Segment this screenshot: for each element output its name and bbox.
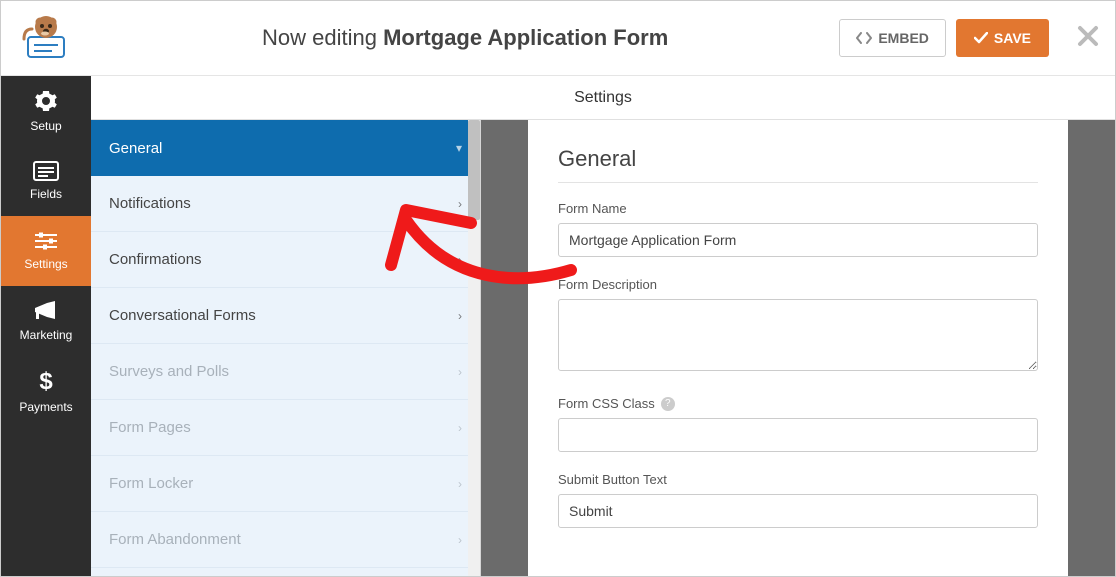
embed-icon — [856, 32, 872, 44]
panel-label: Surveys and Polls — [109, 363, 229, 380]
sidebar-item-settings[interactable]: Settings — [1, 216, 91, 286]
field-form-description: Form Description — [558, 277, 1038, 376]
settings-panel: General ▾ Notifications › Confirmations … — [91, 120, 481, 576]
sidebar-item-marketing[interactable]: Marketing — [1, 286, 91, 356]
close-icon — [1077, 25, 1099, 47]
form-canvas: General Form Name Form Description Form … — [481, 120, 1115, 576]
css-class-input[interactable] — [558, 418, 1038, 452]
sidebar-label-fields: Fields — [30, 187, 62, 201]
section-title: General — [558, 146, 1038, 183]
sidebar-label-marketing: Marketing — [20, 328, 73, 342]
form-name-label: Form Name — [558, 201, 1038, 216]
panel-label: General — [109, 140, 162, 157]
fields-icon — [33, 161, 59, 181]
panel-item-conversational-forms[interactable]: Conversational Forms › — [91, 288, 480, 344]
panel-item-surveys[interactable]: Surveys and Polls › — [91, 344, 480, 400]
content-body: General ▾ Notifications › Confirmations … — [91, 120, 1115, 576]
chevron-right-icon: › — [458, 309, 462, 323]
chevron-right-icon: › — [458, 197, 462, 211]
chevron-right-icon: › — [458, 477, 462, 491]
form-description-input[interactable] — [558, 299, 1038, 371]
title-prefix: Now editing — [262, 25, 377, 50]
page-title: Now editing Mortgage Application Form — [91, 25, 839, 51]
sidebar-item-fields[interactable]: Fields — [1, 146, 91, 216]
panel-item-notifications[interactable]: Notifications › — [91, 176, 480, 232]
form-paper: General Form Name Form Description Form … — [528, 120, 1068, 576]
panel-item-form-locker[interactable]: Form Locker › — [91, 456, 480, 512]
save-button[interactable]: SAVE — [956, 19, 1049, 57]
field-submit-text: Submit Button Text — [558, 472, 1038, 528]
panel-label: Form Locker — [109, 475, 193, 492]
field-css-class: Form CSS Class ? — [558, 396, 1038, 452]
panel-item-general[interactable]: General ▾ — [91, 120, 480, 176]
help-icon[interactable]: ? — [661, 397, 675, 411]
scrollbar-thumb[interactable] — [468, 120, 480, 220]
css-class-label: Form CSS Class ? — [558, 396, 1038, 411]
check-icon — [974, 32, 988, 44]
title-name: Mortgage Application Form — [383, 25, 668, 50]
sidebar-label-settings: Settings — [24, 257, 67, 271]
field-form-name: Form Name — [558, 201, 1038, 257]
chevron-right-icon: › — [458, 421, 462, 435]
panel-item-form-abandonment[interactable]: Form Abandonment › — [91, 512, 480, 568]
wpforms-logo-icon — [18, 13, 74, 63]
sliders-icon — [33, 231, 59, 251]
logo — [1, 13, 91, 63]
sidebar-item-setup[interactable]: Setup — [1, 76, 91, 146]
css-class-label-text: Form CSS Class — [558, 396, 655, 411]
bullhorn-icon — [33, 300, 59, 322]
subheader-title: Settings — [574, 89, 632, 107]
submit-text-input[interactable] — [558, 494, 1038, 528]
panel-label: Form Pages — [109, 419, 191, 436]
dollar-icon: $ — [37, 368, 55, 394]
gear-icon — [34, 89, 58, 113]
content: Settings General ▾ Notifications › Confi… — [91, 76, 1115, 576]
close-button[interactable] — [1077, 25, 1099, 52]
sidebar-label-payments: Payments — [19, 400, 72, 414]
topbar: Now editing Mortgage Application Form EM… — [1, 1, 1115, 76]
svg-text:$: $ — [39, 368, 53, 394]
form-name-input[interactable] — [558, 223, 1038, 257]
form-description-label: Form Description — [558, 277, 1038, 292]
chevron-down-icon: ▾ — [456, 141, 462, 155]
embed-button[interactable]: EMBED — [839, 19, 946, 57]
save-label: SAVE — [994, 30, 1031, 46]
submit-text-label: Submit Button Text — [558, 472, 1038, 487]
app-root: Now editing Mortgage Application Form EM… — [0, 0, 1116, 577]
chevron-right-icon: › — [458, 533, 462, 547]
scrollbar[interactable] — [468, 120, 480, 576]
sidebar-item-payments[interactable]: $ Payments — [1, 356, 91, 426]
chevron-right-icon: › — [458, 365, 462, 379]
embed-label: EMBED — [878, 30, 929, 46]
chevron-right-icon: › — [458, 253, 462, 267]
body: Setup Fields Settings Marketing $ P — [1, 76, 1115, 576]
panel-label: Notifications — [109, 195, 191, 212]
panel-label: Form Abandonment — [109, 531, 241, 548]
panel-item-form-pages[interactable]: Form Pages › — [91, 400, 480, 456]
sidebar-label-setup: Setup — [30, 119, 61, 133]
topbar-actions: EMBED SAVE — [839, 19, 1099, 57]
panel-label: Confirmations — [109, 251, 202, 268]
panel-item-confirmations[interactable]: Confirmations › — [91, 232, 480, 288]
main-sidebar: Setup Fields Settings Marketing $ P — [1, 76, 91, 576]
subheader: Settings — [91, 76, 1115, 120]
panel-label: Conversational Forms — [109, 307, 256, 324]
